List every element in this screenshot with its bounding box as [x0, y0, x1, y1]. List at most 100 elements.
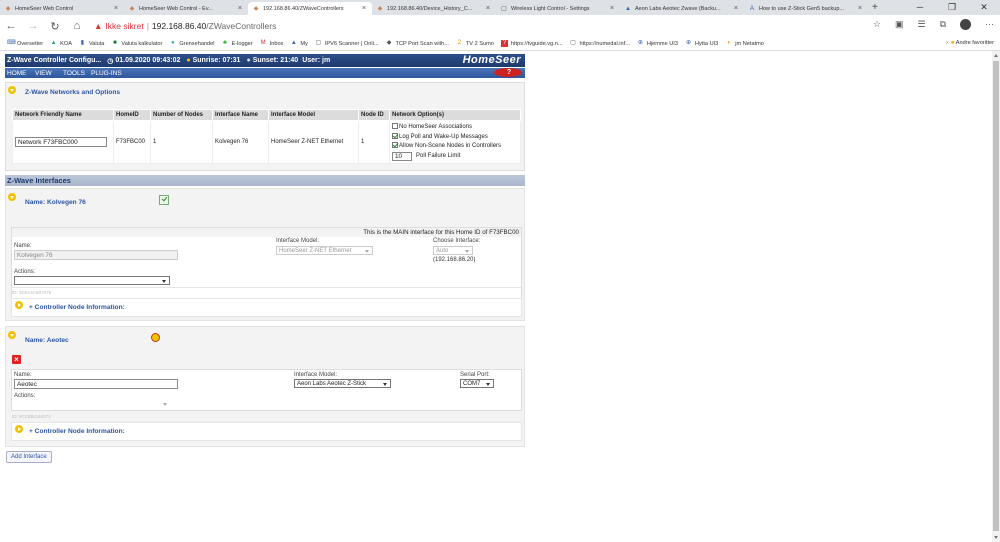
bookmark-item[interactable]: 2 TV 2 Sumo	[456, 40, 494, 47]
bookmark-item[interactable]: ⌨ Oversetter	[7, 40, 43, 47]
close-tab-icon[interactable]: ×	[858, 5, 862, 12]
browser-tab-active[interactable]: ◆ 192.168.86.40/ZWaveControllers ×	[248, 2, 372, 15]
close-tab-icon[interactable]: ×	[610, 5, 614, 12]
choose-interface-select[interactable]: Auto	[433, 246, 473, 255]
bookmark-item[interactable]: ◗ jm Netatmo	[725, 40, 764, 47]
bookmark-item[interactable]: ◆ TCP Port Scan with...	[386, 40, 449, 47]
scroll-up-icon[interactable]	[994, 54, 998, 57]
browser-tab[interactable]: ▢ Wireless Light Control - Settings ×	[496, 2, 620, 15]
table-cell: HomeSeer Z-NET Ethernet	[268, 120, 359, 164]
expand-icon[interactable]	[15, 301, 23, 309]
disabled-status-icon[interactable]	[151, 333, 160, 342]
close-window-icon[interactable]: ✕	[968, 0, 1000, 14]
new-tab-icon[interactable]: +	[872, 2, 878, 15]
bookmark-item[interactable]: M Inbox	[260, 40, 284, 47]
maximize-icon[interactable]: ❐	[936, 0, 968, 14]
star-icon[interactable]: ☆	[873, 19, 881, 30]
browser-tab[interactable]: A How to use Z-Stick Gen5 backup... ×	[744, 2, 868, 15]
collapse-icon[interactable]	[8, 331, 16, 339]
bookmark-icon: ■	[113, 40, 117, 46]
bookmark-item[interactable]: ● Grensehandel	[169, 40, 214, 47]
expand-icon[interactable]	[15, 425, 23, 433]
bookmark-icon: ?	[500, 40, 508, 47]
col-header: Network Friendly Name	[12, 109, 114, 121]
col-header: HomeID	[113, 109, 151, 121]
collections-icon[interactable]: ⧉	[940, 19, 946, 30]
close-tab-icon[interactable]: ×	[238, 5, 242, 12]
forward-icon[interactable]: →	[22, 20, 44, 32]
bookmark-icon: ▲	[290, 40, 297, 46]
more-menu-icon[interactable]: ···	[985, 19, 994, 30]
help-icon[interactable]: ?	[494, 68, 522, 77]
node-info-toggle[interactable]: + Controller Node Information:	[29, 428, 125, 435]
close-tab-icon[interactable]: ×	[114, 5, 118, 12]
clock-icon: ◷	[107, 57, 114, 65]
page-scrollbar[interactable]	[992, 51, 1000, 542]
bookmark-item[interactable]: ? https://tvguide.vg.n...	[500, 40, 563, 47]
toolbar-right: ☆ ▣ ☰ ⧉ ···	[873, 19, 994, 30]
page-icon: ▢	[570, 40, 576, 46]
interface-ip: (192.168.86.20)	[433, 257, 476, 263]
bookmark-item[interactable]: ▮ Valuta	[79, 40, 105, 47]
log-poll-checkbox[interactable]	[392, 132, 398, 139]
avatar[interactable]	[960, 19, 971, 30]
interface-panel-kolvegen: Name: Kolvegen 76 This is the MAIN inter…	[5, 188, 525, 321]
favorites-icon[interactable]: ☰	[917, 19, 925, 30]
bookmark-item[interactable]: ▢ IPV6 Scanner | Onli...	[315, 40, 378, 47]
browser-tab[interactable]: ▲ Aeon Labs Aeotec Zwave (Backu... ×	[620, 2, 744, 15]
menu-view[interactable]: VIEW	[33, 70, 61, 77]
minimize-icon[interactable]: ─	[904, 0, 936, 14]
bookmarks-bar: ⌨ Oversetter ▲ KOA ▮ Valuta ■ Valuta kalkula…	[0, 37, 1000, 51]
bookmark-item[interactable]: ♣ E-logger	[222, 40, 253, 47]
home-icon[interactable]: ⌂	[66, 20, 88, 32]
homeseer-logo: HomeSeer	[462, 54, 521, 66]
collapse-icon[interactable]	[8, 193, 16, 201]
no-associations-checkbox[interactable]	[392, 123, 398, 130]
delete-icon[interactable]: ×	[12, 355, 21, 364]
browser-tab[interactable]: ◆ HomeSeer Web Control ×	[0, 2, 124, 15]
close-tab-icon[interactable]: ×	[486, 5, 490, 12]
collapse-icon[interactable]	[8, 86, 16, 94]
scrollbar-thumb[interactable]	[993, 61, 999, 531]
reload-icon[interactable]: ↻	[44, 20, 66, 33]
allow-nonscene-checkbox[interactable]	[392, 142, 398, 149]
col-header: Number of Nodes	[150, 109, 213, 121]
close-tab-icon[interactable]: ×	[734, 5, 738, 12]
bookmark-item[interactable]: ⊕ Hjemme UI3	[637, 40, 678, 47]
other-bookmarks[interactable]: › ■ Andre favoritter	[946, 40, 994, 46]
bookmark-item[interactable]: ⊕ Hytta UI3	[685, 40, 718, 47]
back-icon[interactable]: ←	[0, 20, 22, 32]
main-interface-note: This is the MAIN interface for this Home…	[12, 228, 521, 237]
interface-model-select[interactable]: Aeon Labs Aeotec Z-Stick	[294, 379, 391, 388]
menu-plugins[interactable]: PLUG-INS	[89, 70, 145, 77]
browser-tab[interactable]: ◆ HomeSeer Web Control - Ev... ×	[124, 2, 248, 15]
actions-label: Actions:	[14, 393, 36, 399]
node-info-toggle[interactable]: + Controller Node Information:	[29, 304, 125, 311]
url-field[interactable]: ▲ Ikke sikret | 192.168.86.40/ZWaveContr…	[94, 21, 276, 31]
browser-tab[interactable]: ◆ 192.168.86.40/Device_History_C... ×	[372, 2, 496, 15]
enabled-check-icon[interactable]	[159, 195, 169, 205]
actions-select[interactable]	[14, 276, 170, 285]
networks-title: Z-Wave Networks and Options	[25, 89, 121, 96]
actions-select[interactable]	[14, 400, 170, 409]
menu-home[interactable]: HOME	[5, 70, 33, 77]
bookmark-item[interactable]: ■ Valuta kalkulator	[111, 40, 162, 47]
bookmark-item[interactable]: ▲ KOA	[50, 40, 72, 47]
bookmark-item[interactable]: ▲ My	[290, 40, 308, 47]
serial-port-select[interactable]: COM7	[460, 379, 494, 388]
sun-icon: ●	[186, 57, 191, 64]
divider	[12, 287, 521, 288]
homeseer-favicon-icon: ◆	[377, 5, 383, 12]
interface-model-select[interactable]: HomeSeer Z-NET Ethernet	[276, 246, 373, 255]
menu-tools[interactable]: TOOLS	[61, 70, 89, 77]
close-tab-icon[interactable]: ×	[362, 5, 366, 12]
bookmark-item[interactable]: ▢ https://numedal.inf...	[570, 40, 630, 47]
interface-name-input[interactable]: Kolvegen 76	[14, 250, 178, 260]
add-interface-button[interactable]: Add Interface	[6, 451, 52, 463]
window-controls: ─ ❐ ✕	[904, 0, 1000, 14]
poll-failure-input[interactable]: 10	[392, 151, 412, 161]
interface-name-input[interactable]: Aeotec	[14, 379, 178, 389]
extension-icon[interactable]: ▣	[895, 19, 904, 30]
network-name-input[interactable]: Network F73FBC000	[15, 137, 107, 147]
scroll-down-icon[interactable]	[994, 536, 998, 539]
